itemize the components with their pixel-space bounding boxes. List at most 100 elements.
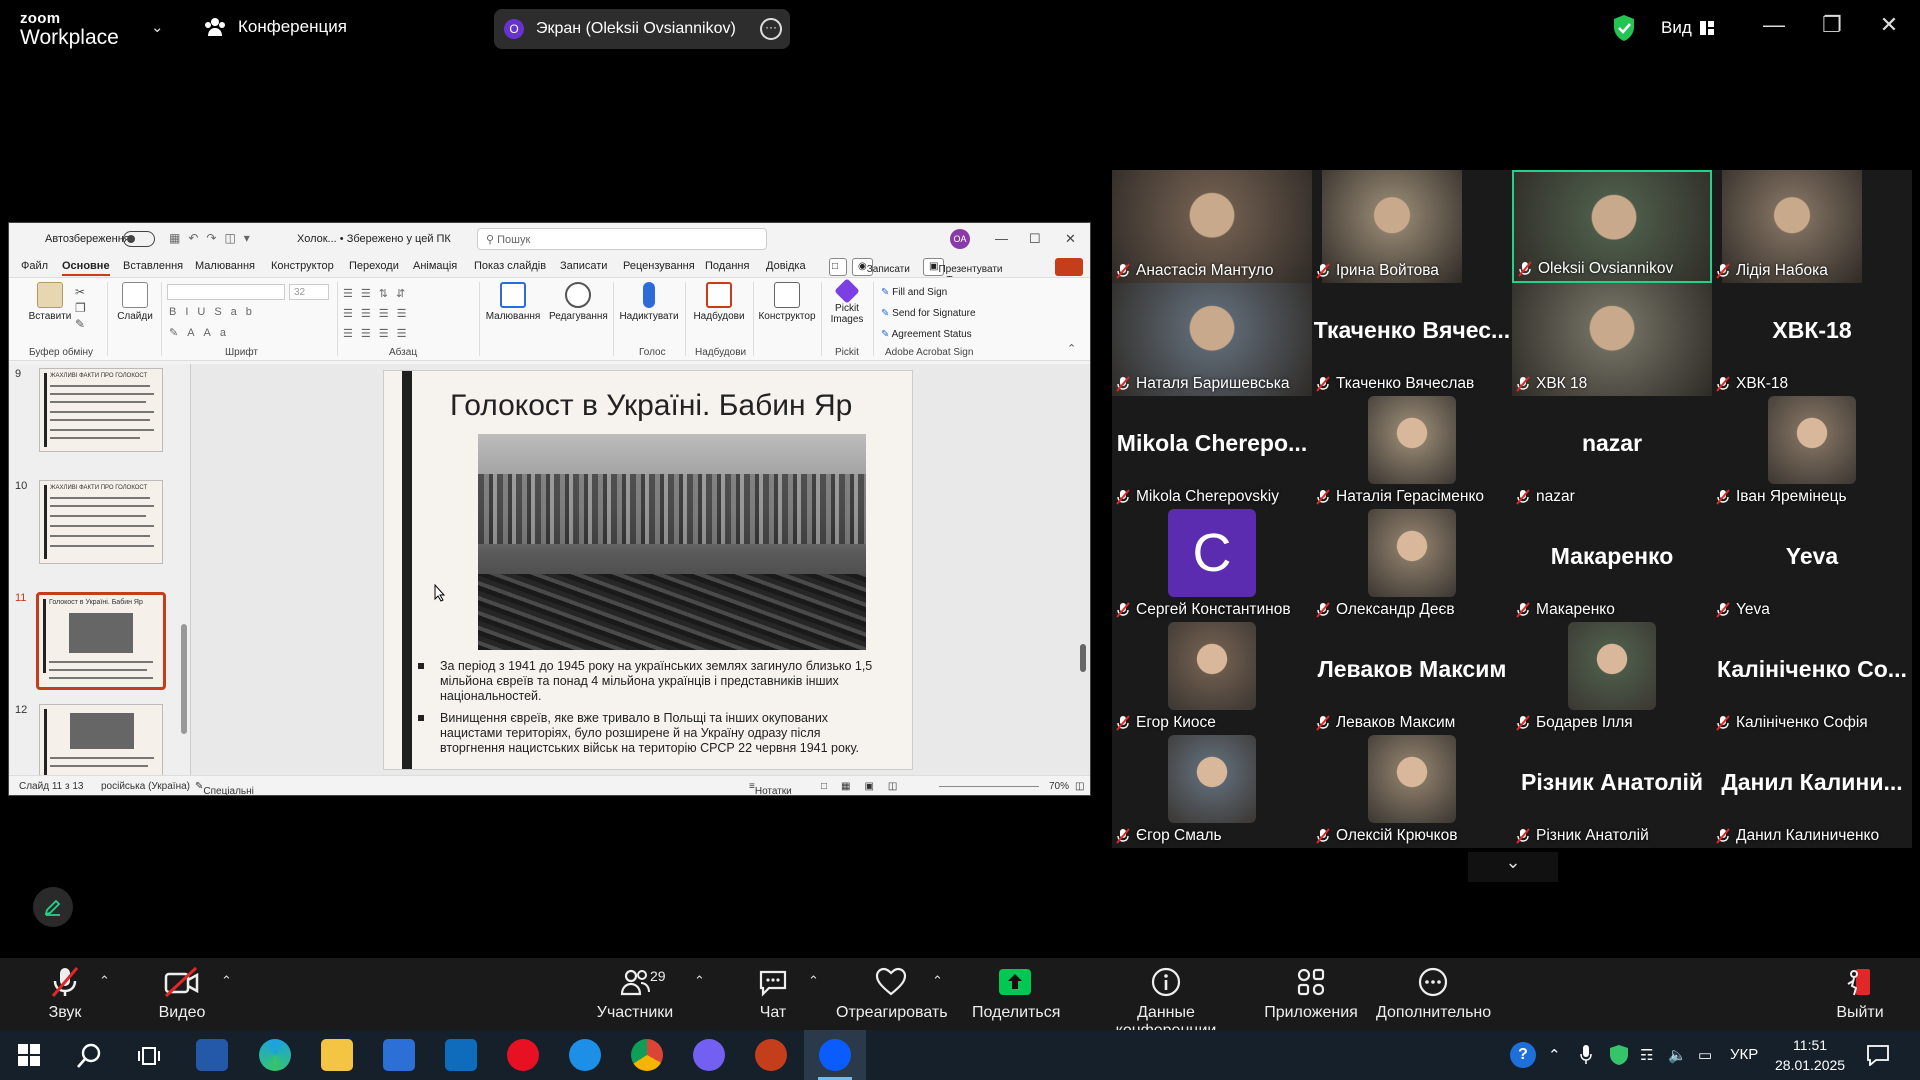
participant-tile[interactable]: ХВК 18 — [1512, 283, 1712, 396]
edge-browser-icon[interactable] — [259, 1039, 291, 1071]
drawing-button[interactable]: Малювання — [485, 282, 541, 322]
react-options-icon[interactable]: ⌃ — [932, 973, 943, 989]
search-icon[interactable] — [76, 1043, 102, 1069]
tray-overflow-icon[interactable]: ⌃ — [1548, 1046, 1561, 1064]
tab-design[interactable]: Конструктор — [271, 260, 334, 272]
store-icon[interactable] — [383, 1039, 415, 1071]
user-avatar[interactable]: OA — [950, 229, 970, 249]
windows-start-icon[interactable] — [18, 1044, 40, 1066]
accessibility-status[interactable]: ✎ Спеціальні можливості: щось не так — [195, 781, 254, 795]
participant-tile[interactable]: Егор Киосе — [1112, 622, 1312, 735]
video-button[interactable]: Видео — [154, 966, 210, 1022]
share-ppt-button[interactable] — [1055, 258, 1083, 276]
current-slide[interactable]: Голокост в Україні. Бабин Яр За період з… — [383, 370, 913, 770]
dictate-button[interactable]: Надиктувати — [619, 282, 679, 322]
participant-tile[interactable]: Різник Анатолій Різник Анатолій — [1512, 735, 1712, 848]
notes-button[interactable]: ≡ Нотатки — [749, 781, 792, 795]
tab-review[interactable]: Рецензування — [623, 260, 695, 272]
minimize-icon[interactable]: — — [1759, 12, 1789, 38]
participant-tile[interactable]: Наталя Баришевська — [1112, 283, 1312, 396]
font-color-icons[interactable]: ✎AAa — [169, 326, 235, 339]
editing-button[interactable]: Редагування — [549, 282, 608, 322]
chat-options-icon[interactable]: ⌃ — [808, 973, 819, 989]
participants-button[interactable]: Участники 29 — [596, 966, 674, 1022]
participant-tile[interactable]: Калініченко Со... Калініченко Софія — [1712, 622, 1912, 735]
paste-button[interactable]: Вставити — [25, 282, 75, 322]
annotate-pen-icon[interactable] — [33, 887, 73, 927]
participant-tile[interactable]: Анастасія Мантуло — [1112, 170, 1312, 283]
zoom-slider[interactable] — [939, 786, 1039, 787]
tab-record[interactable]: Записати — [560, 260, 607, 272]
video-options-icon[interactable]: ⌃ — [221, 973, 232, 989]
record-button[interactable]: ◉ Записати — [852, 258, 910, 276]
participant-tile[interactable]: ХВК-18 ХВК-18 — [1712, 283, 1912, 396]
font-size-select[interactable]: 32 — [289, 284, 329, 300]
participant-tile[interactable]: Бодарев Ілля — [1512, 622, 1712, 735]
react-button[interactable]: Отреагировать — [836, 966, 948, 1022]
defender-shield-icon[interactable] — [1608, 1044, 1630, 1066]
meeting-button[interactable]: Конференция — [204, 16, 347, 38]
quick-access-icons[interactable]: ▦↶↷◫▾ — [169, 231, 258, 245]
meeting-info-button[interactable]: Данные конференции — [1086, 966, 1246, 1040]
chat-button[interactable]: Чат — [756, 966, 790, 1022]
apps-button[interactable]: Приложения — [1264, 966, 1358, 1022]
tab-slideshow[interactable]: Показ слайдів — [474, 260, 546, 272]
file-explorer-icon[interactable] — [321, 1039, 353, 1071]
tab-home[interactable]: Основне — [62, 260, 110, 276]
viber-icon[interactable] — [693, 1039, 725, 1071]
share-more-icon[interactable]: ··· — [760, 18, 782, 40]
participant-tile[interactable]: Yeva Yeva — [1712, 509, 1912, 622]
ppt-search-input[interactable]: ⚲ Пошук — [477, 228, 767, 250]
taskbar-app-save-icon[interactable] — [196, 1039, 228, 1071]
participant-tile[interactable]: Олексій Крючков — [1312, 735, 1512, 848]
notifications-icon[interactable] — [1866, 1044, 1890, 1066]
battery-icon[interactable]: ▭ — [1698, 1046, 1712, 1064]
more-button[interactable]: Дополнительно — [1376, 966, 1491, 1022]
agreement-status-button[interactable]: ✎ Agreement Status — [881, 324, 976, 345]
participant-tile[interactable]: Ткаченко Вячес... Ткаченко Вячеслав — [1312, 283, 1512, 396]
participant-tile[interactable]: Іван Яремінець — [1712, 396, 1912, 509]
restore-icon[interactable]: ❐ — [1817, 12, 1847, 38]
tray-microphone-icon[interactable] — [1580, 1045, 1592, 1065]
font-family-select[interactable] — [167, 284, 285, 300]
language-indicator[interactable]: УКР — [1730, 1046, 1758, 1063]
paragraph-icons[interactable]: ☰☰⇅⇵ ☰☰☰☰ ☰☰☰☰ — [343, 284, 414, 344]
participant-tile[interactable]: Ірина Войтова — [1312, 170, 1512, 283]
participant-tile[interactable]: Лідія Набока — [1712, 170, 1912, 283]
participant-tile[interactable]: nazar nazar — [1512, 396, 1712, 509]
clipboard-small-icons[interactable]: ✂ ❐ ✎ — [75, 284, 86, 332]
tab-draw[interactable]: Малювання — [195, 260, 255, 272]
slide-thumbnail[interactable] — [39, 704, 163, 776]
participant-tile[interactable]: Олександр Деєв — [1312, 509, 1512, 622]
autosave-toggle[interactable] — [123, 231, 155, 247]
present-teams-button[interactable]: ▣ Презентувати в Teams — [923, 258, 1003, 286]
gallery-scroll-down-icon[interactable]: ⌄ — [1468, 852, 1558, 882]
volume-icon[interactable]: 🔈 — [1668, 1046, 1687, 1064]
chrome-icon[interactable] — [631, 1039, 663, 1071]
file-name[interactable]: Холок... • Збережено у цей ПК — [297, 233, 451, 245]
participant-tile[interactable]: C Сергей Константинов — [1112, 509, 1312, 622]
fit-slide-icon[interactable]: ◫ — [1075, 781, 1084, 792]
tab-animations[interactable]: Анімація — [413, 260, 457, 272]
ppt-maximize-icon[interactable]: ☐ — [1029, 231, 1041, 247]
addins-button[interactable]: Надбудови — [691, 282, 747, 322]
chevron-down-icon[interactable]: ⌄ — [151, 18, 164, 36]
pickit-button[interactable]: Pickit Images — [827, 278, 867, 325]
close-icon[interactable]: ✕ — [1874, 12, 1904, 38]
participant-tile[interactable]: Mikola Cherepo... Mikola Cherepovskiy — [1112, 396, 1312, 509]
slide-thumbnail[interactable]: ЖАХЛИВІ ФАКТИ ПРО ГОЛОКОСТ — [39, 368, 163, 452]
participants-options-icon[interactable]: ⌃ — [694, 973, 705, 989]
security-shield-icon[interactable] — [1612, 14, 1636, 42]
designer-button[interactable]: Конструктор — [757, 282, 817, 322]
screen-share-indicator[interactable]: O Экран (Oleksii Ovsiannikov) ··· — [494, 9, 790, 49]
participant-tile[interactable]: Єгор Смаль — [1112, 735, 1312, 848]
teamviewer-icon[interactable] — [569, 1039, 601, 1071]
help-icon[interactable]: ? — [1510, 1042, 1536, 1068]
participant-tile[interactable]: Данил Калини... Данил Калиниченко — [1712, 735, 1912, 848]
outlook-icon[interactable] — [445, 1039, 477, 1071]
view-button[interactable]: Вид — [1661, 18, 1714, 38]
network-icon[interactable]: ☶ — [1640, 1046, 1653, 1064]
tab-help[interactable]: Довідка — [766, 260, 806, 272]
audio-options-icon[interactable]: ⌃ — [99, 973, 110, 989]
comments-icon[interactable]: □ — [829, 258, 847, 276]
